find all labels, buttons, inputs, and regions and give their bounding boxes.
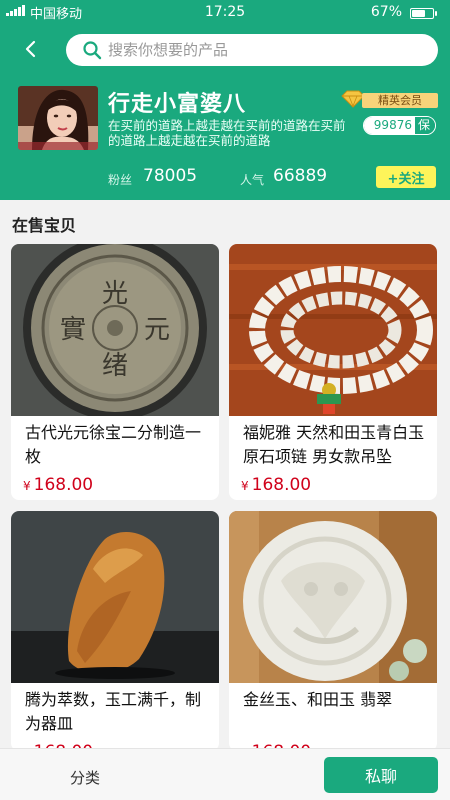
deposit-label: 保 [414, 117, 435, 134]
member-badge: 精英会员 [340, 90, 440, 108]
popularity-count: 66889 [273, 166, 328, 186]
section-title: 在售宝贝 [12, 216, 77, 235]
battery-level [412, 10, 426, 17]
search-icon [83, 41, 102, 60]
product-card[interactable]: 金丝玉、和田玉 翡翠 ¥168.00 [229, 511, 437, 751]
shop-avatar[interactable] [18, 86, 98, 150]
product-title: 腾为萃数，玉工满千，制为器皿 [25, 690, 202, 733]
product-title: 古代光元徐宝二分制造一枚 [25, 423, 202, 466]
product-image-necklace [229, 244, 437, 416]
product-card[interactable]: 光 绪 實 元 古代光元徐宝二分制造一枚 ¥168.00 [11, 244, 219, 500]
svg-text:實: 實 [60, 315, 86, 345]
product-price: ¥168.00 [11, 475, 219, 495]
product-card[interactable]: 腾为萃数，玉工满千，制为器皿 ¥168.00 [11, 511, 219, 751]
fans-label: 粉丝 [108, 173, 133, 187]
battery-icon [410, 8, 437, 19]
follow-button[interactable]: +关注 [376, 166, 436, 188]
svg-text:绪: 绪 [102, 351, 128, 381]
product-title: 金丝玉、和田玉 翡翠 [243, 690, 393, 709]
svg-text:光: 光 [102, 279, 128, 309]
avatar-image [18, 86, 98, 150]
search-bar[interactable] [66, 34, 438, 66]
price-value: 168.00 [33, 475, 94, 495]
category-tab[interactable]: 分类 [70, 767, 100, 788]
search-input[interactable] [108, 41, 408, 59]
product-card[interactable]: 福妮雅 天然和田玉青白玉原石项链 男女款吊坠 ¥168.00 [229, 244, 437, 500]
shop-name: 行走小富婆八 [108, 92, 247, 117]
popularity-label: 人气 [240, 173, 265, 187]
back-button[interactable] [20, 38, 42, 60]
currency-symbol: ¥ [23, 479, 31, 493]
deposit-amount: 99876 [363, 117, 415, 134]
bottom-bar: 分类 私聊 [0, 748, 450, 800]
product-image-coin: 光 绪 實 元 [11, 244, 219, 416]
product-price: ¥168.00 [229, 475, 437, 495]
chevron-left-icon [25, 40, 36, 58]
product-title: 福妮雅 天然和田玉青白玉原石项链 男女款吊坠 [243, 423, 425, 466]
status-bar: 中国移动 17:25 67% [0, 0, 450, 26]
shop-description: 在买前的道路上越走越在买前的道路在买前的道路上越走越在买前的道路 [108, 118, 346, 148]
deposit-badge: 99876 保 [362, 116, 436, 135]
price-value: 168.00 [251, 475, 312, 495]
private-chat-button[interactable]: 私聊 [324, 757, 438, 793]
product-image-jade-pendant [229, 511, 437, 683]
battery-percent: 67% [370, 4, 402, 20]
product-image-stone [11, 511, 219, 683]
fans-count: 78005 [143, 166, 198, 186]
shop-header: 中国移动 17:25 67% 行走小富婆八 [0, 0, 450, 200]
currency-symbol: ¥ [241, 479, 249, 493]
member-badge-label: 精英会员 [362, 93, 438, 108]
svg-text:元: 元 [144, 315, 170, 345]
